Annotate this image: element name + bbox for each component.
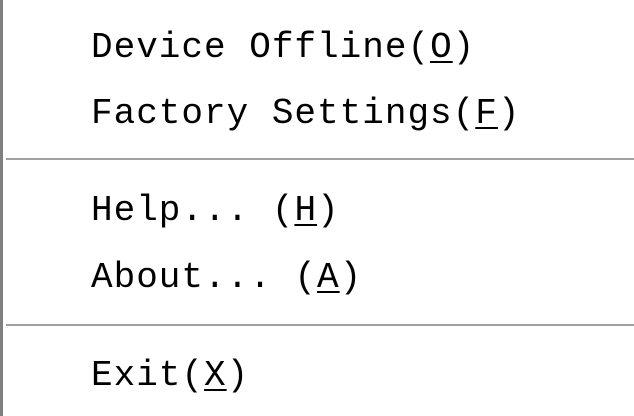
accelerator-key: H (294, 190, 318, 231)
menu-item-about[interactable]: About... (A) (6, 250, 634, 308)
context-menu: Device Offline(O) Factory Settings(F) He… (0, 0, 634, 416)
menu-item-label: Factory Settings(F) (91, 93, 521, 134)
menu-item-label: Help... (H) (91, 190, 340, 231)
menu-item-factory-settings[interactable]: Factory Settings(F) (6, 86, 634, 144)
menu-item-label: Exit(X) (91, 355, 250, 396)
accelerator-key: X (204, 355, 227, 396)
menu-item-device-offline[interactable]: Device Offline(O) (6, 20, 634, 78)
menu-item-label: About... (A) (91, 257, 363, 298)
menu-item-help[interactable]: Help... (H) (6, 183, 634, 241)
accelerator-key: O (430, 27, 453, 68)
menu-separator (6, 158, 634, 162)
menu-item-label: Device Offline(O) (91, 27, 476, 68)
accelerator-key: A (317, 257, 340, 298)
menu-item-exit[interactable]: Exit(X) (6, 348, 634, 406)
menu-separator (6, 324, 634, 328)
accelerator-key: F (475, 93, 498, 134)
